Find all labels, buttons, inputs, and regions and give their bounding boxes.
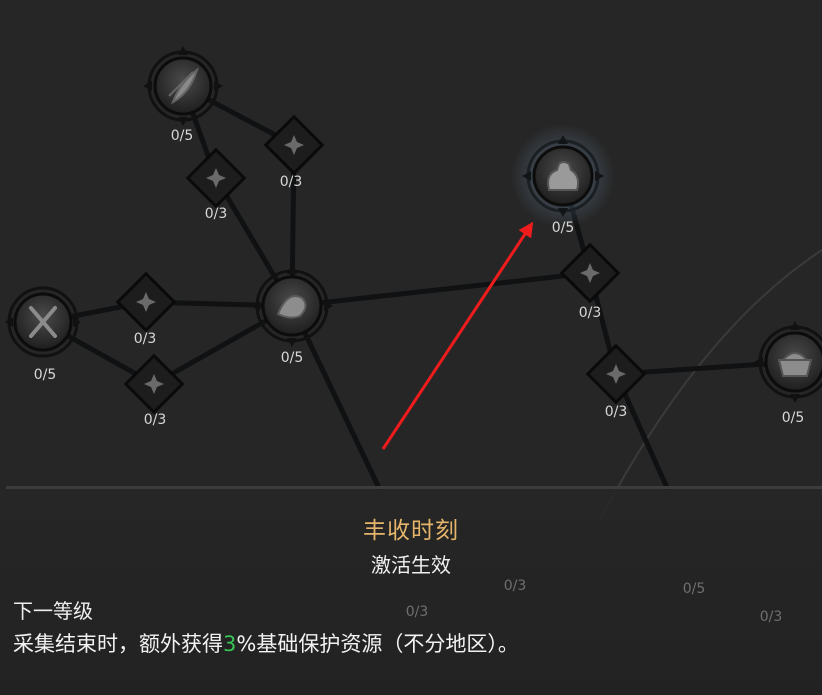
diamond-node-mid-top[interactable]	[115, 271, 177, 333]
diamond-right-top-level: 0/3	[578, 305, 602, 321]
skill-status: 激活生效	[371, 553, 451, 577]
diamond-top-right-level: 0/3	[279, 174, 303, 190]
ore-hand-level: 0/5	[280, 350, 304, 366]
diamond-top-left-level: 0/3	[204, 206, 228, 222]
crossed-tools-node[interactable]	[5, 286, 81, 358]
faded-node-level: 0/5	[682, 581, 706, 597]
description-prefix: 采集结束时，额外获得	[13, 632, 223, 656]
basket-right-level: 0/5	[781, 410, 805, 426]
harvest-sack-node[interactable]	[511, 124, 615, 228]
diamond-node-top-right[interactable]	[263, 114, 325, 176]
feather-wing-level: 0/5	[170, 128, 194, 144]
description-suffix: %基础保护资源（不分地区）。	[236, 632, 519, 656]
faded-node-level: 0/3	[759, 609, 783, 625]
description-value: 3	[223, 632, 237, 656]
panel-divider	[6, 486, 822, 489]
diamond-node-right-top[interactable]	[559, 242, 621, 304]
skill-title: 丰收时刻	[363, 518, 459, 544]
ore-hand-node[interactable]	[251, 265, 333, 347]
diamond-mid-bottom-level: 0/3	[143, 412, 167, 428]
harvest-sack-level: 0/5	[551, 220, 575, 236]
diamond-node-mid-bottom[interactable]	[123, 353, 185, 415]
diamond-node-top-left[interactable]	[185, 147, 247, 209]
faded-node-level: 0/3	[405, 604, 429, 620]
diamond-right-bottom-level: 0/3	[604, 404, 628, 420]
diamond-mid-top-level: 0/3	[133, 331, 157, 347]
skill-description: 采集结束时，额外获得3%基础保护资源（不分地区）。	[13, 628, 519, 658]
annotation-arrow	[381, 221, 534, 450]
faded-node-level: 0/3	[503, 578, 527, 594]
feather-wing-node[interactable]	[143, 46, 223, 126]
next-level-label: 下一等级	[13, 599, 93, 623]
diamond-node-right-bottom[interactable]	[585, 343, 647, 405]
crossed-tools-level: 0/5	[33, 367, 57, 383]
